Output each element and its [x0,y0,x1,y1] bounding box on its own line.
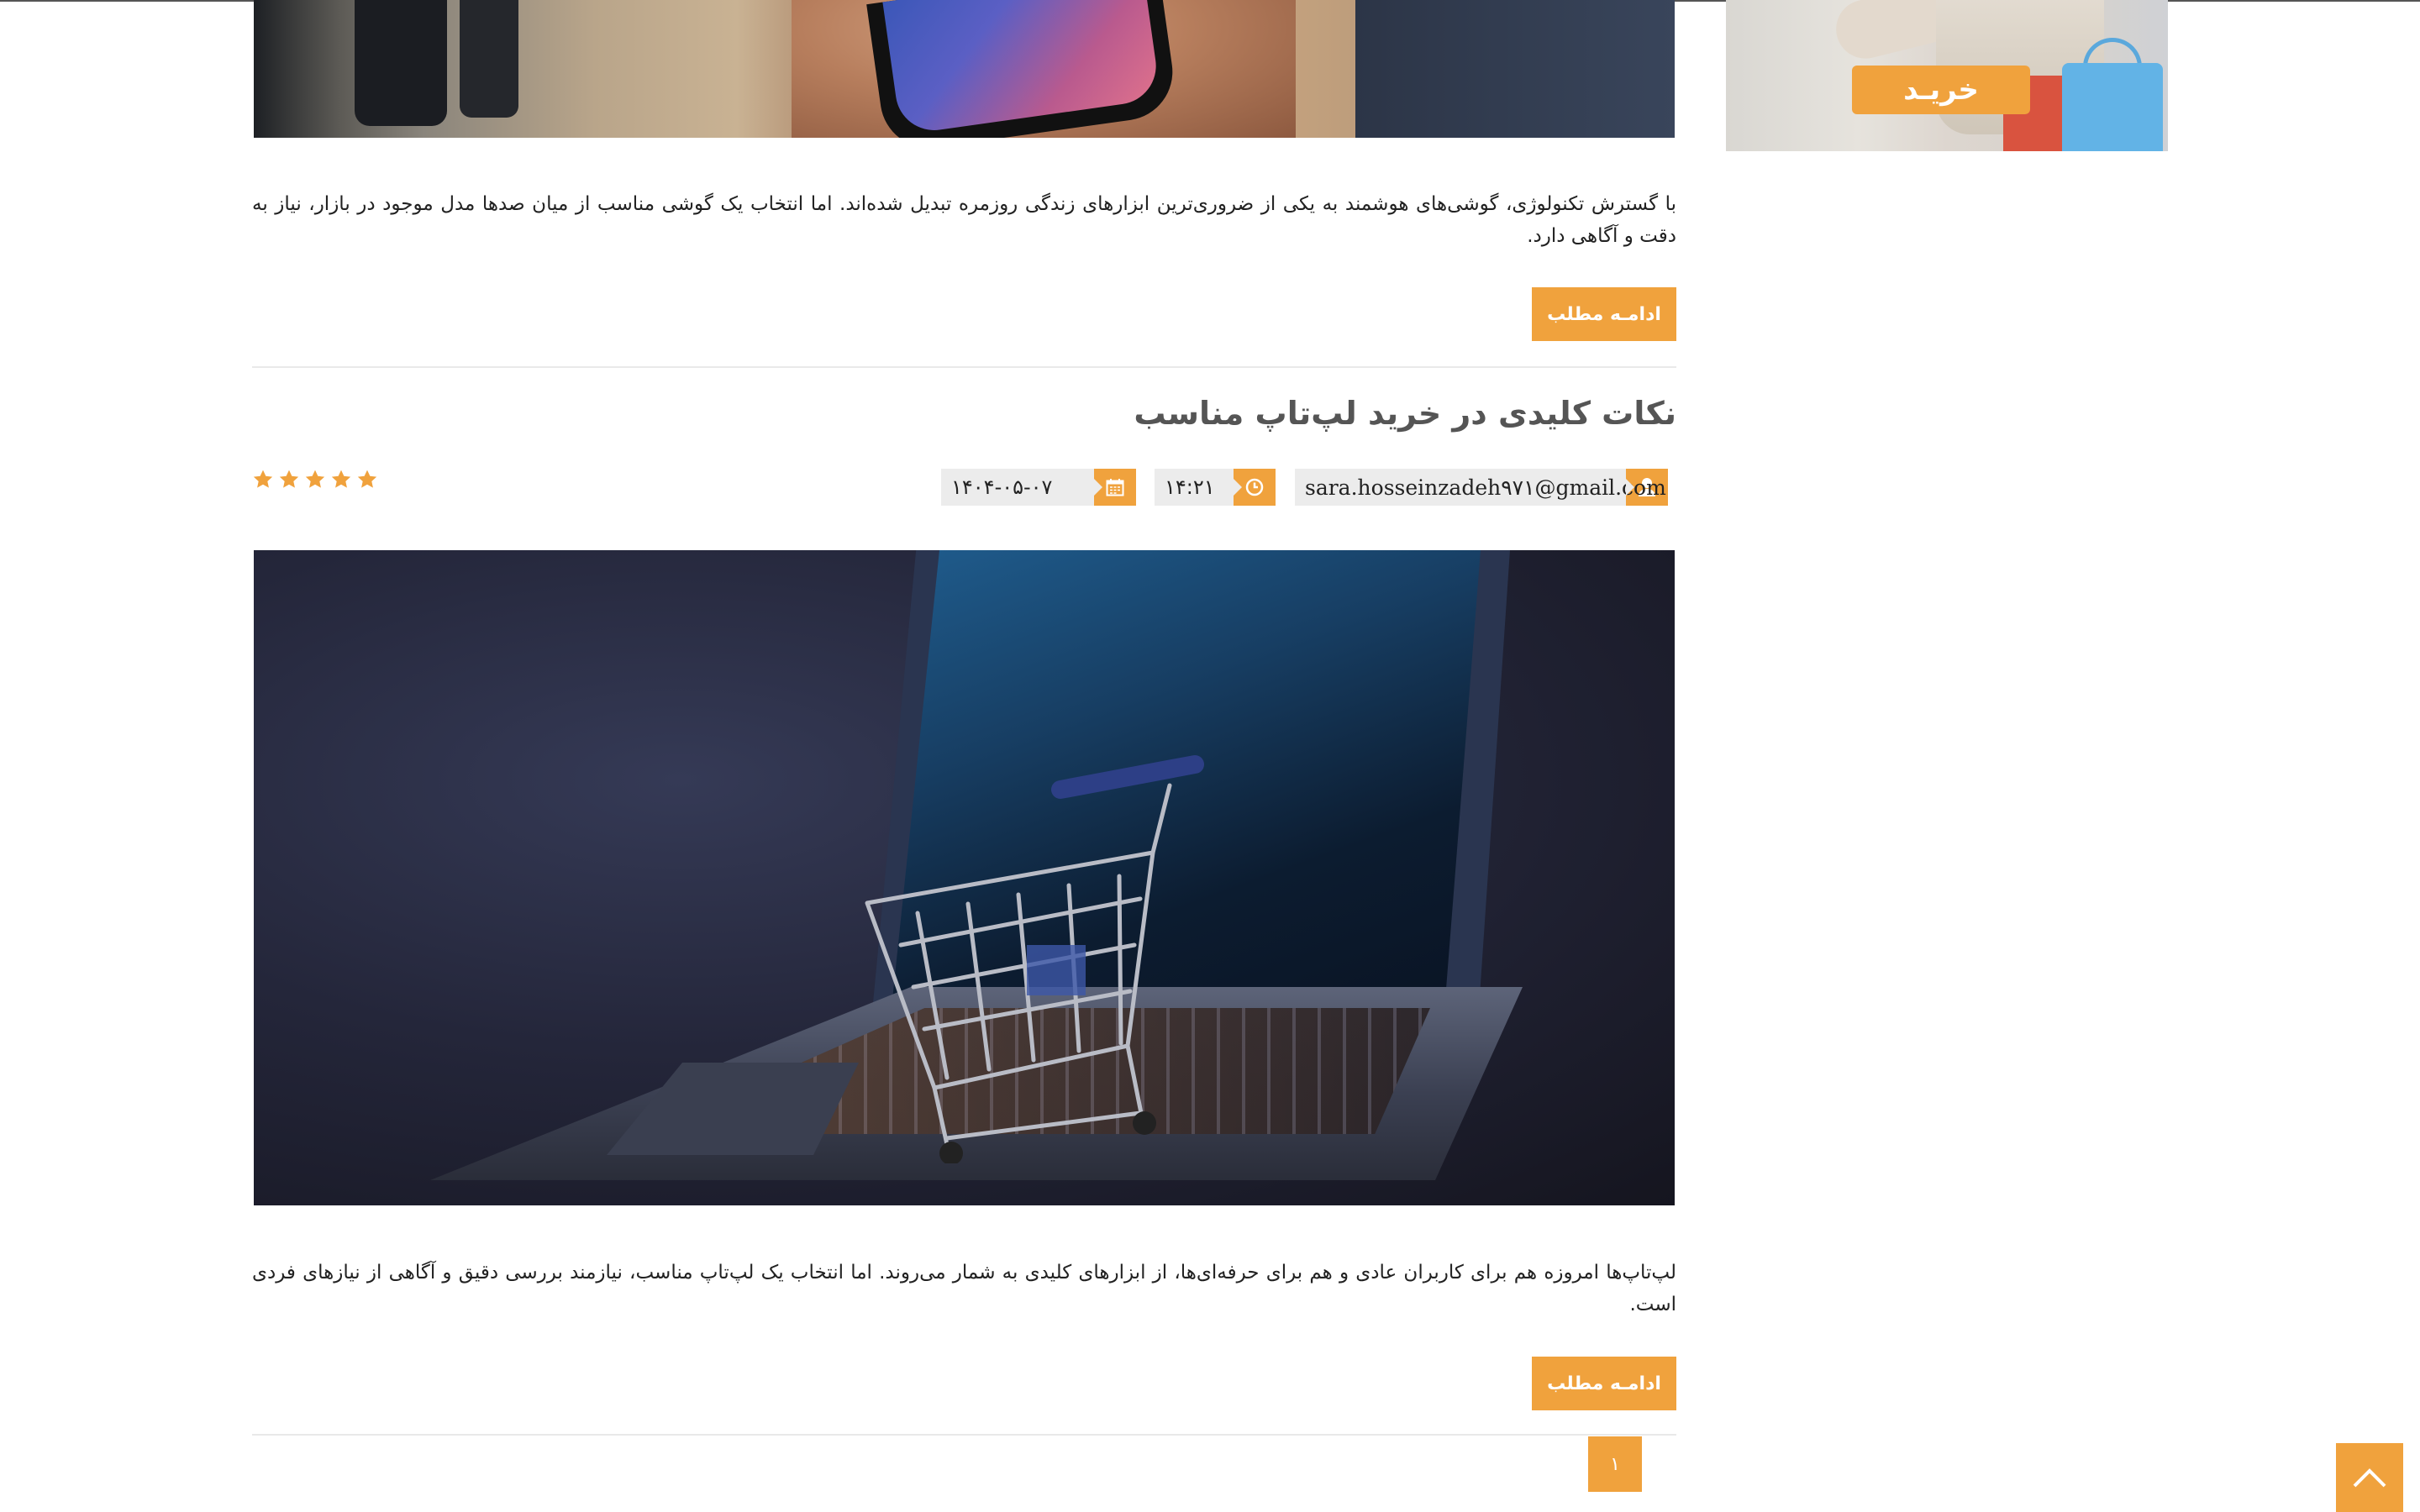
star-icon[interactable] [278,469,300,491]
post-date: ۱۴۰۴-۰۵-۰۷ [941,469,1136,506]
star-icon[interactable] [356,469,378,491]
post-image-laptop-cart[interactable] [254,550,1675,1205]
read-more-button[interactable]: ادامـه مطلب [1532,287,1676,341]
post-excerpt: با گسترش تکنولوژی، گوشی‌های هوشمند به یک… [252,193,1676,247]
read-more-button[interactable]: ادامـه مطلب [1532,1357,1676,1410]
date-value: ۱۴۰۴-۰۵-۰۷ [941,469,1102,506]
star-icon[interactable] [304,469,326,491]
post-list: با گسترش تکنولوژی، گوشی‌های هوشمند به یک… [252,0,1676,1512]
phone-background-1 [355,0,447,126]
post-image-smartphone[interactable] [254,0,1675,138]
shopping-banner[interactable]: خریـد [1726,0,2168,151]
phone-background-2 [460,0,518,118]
buy-button[interactable]: خریـد [1852,66,2030,114]
back-to-top-button[interactable] [2336,1443,2403,1512]
pagination-page-1[interactable]: ۱ [1588,1436,1642,1492]
author-email[interactable]: sara.hosseinzadeh۹۷۱@gmail.com [1295,469,1666,506]
star-rating[interactable] [252,469,378,496]
post-divider [252,1434,1676,1436]
banner-bag-blue [2062,63,2163,151]
sleeve [1355,0,1675,138]
time-value: ۱۴:۲۱ [1155,469,1242,506]
chevron-up-icon [2353,1468,2386,1488]
post-author: sara.hosseinzadeh۹۷۱@gmail.com [1295,469,1668,506]
star-icon[interactable] [252,469,274,491]
post-title[interactable]: نکات کلیدی در خرید لپ‌تاپ مناسب [1134,395,1676,432]
shopping-cart-icon [865,755,1204,1163]
post-time: ۱۴:۲۱ [1155,469,1276,506]
post-divider [252,366,1676,368]
post-excerpt: لپ‌تاپ‌ها امروزه هم برای کاربران عادی و … [252,1262,1676,1315]
star-icon[interactable] [330,469,352,491]
